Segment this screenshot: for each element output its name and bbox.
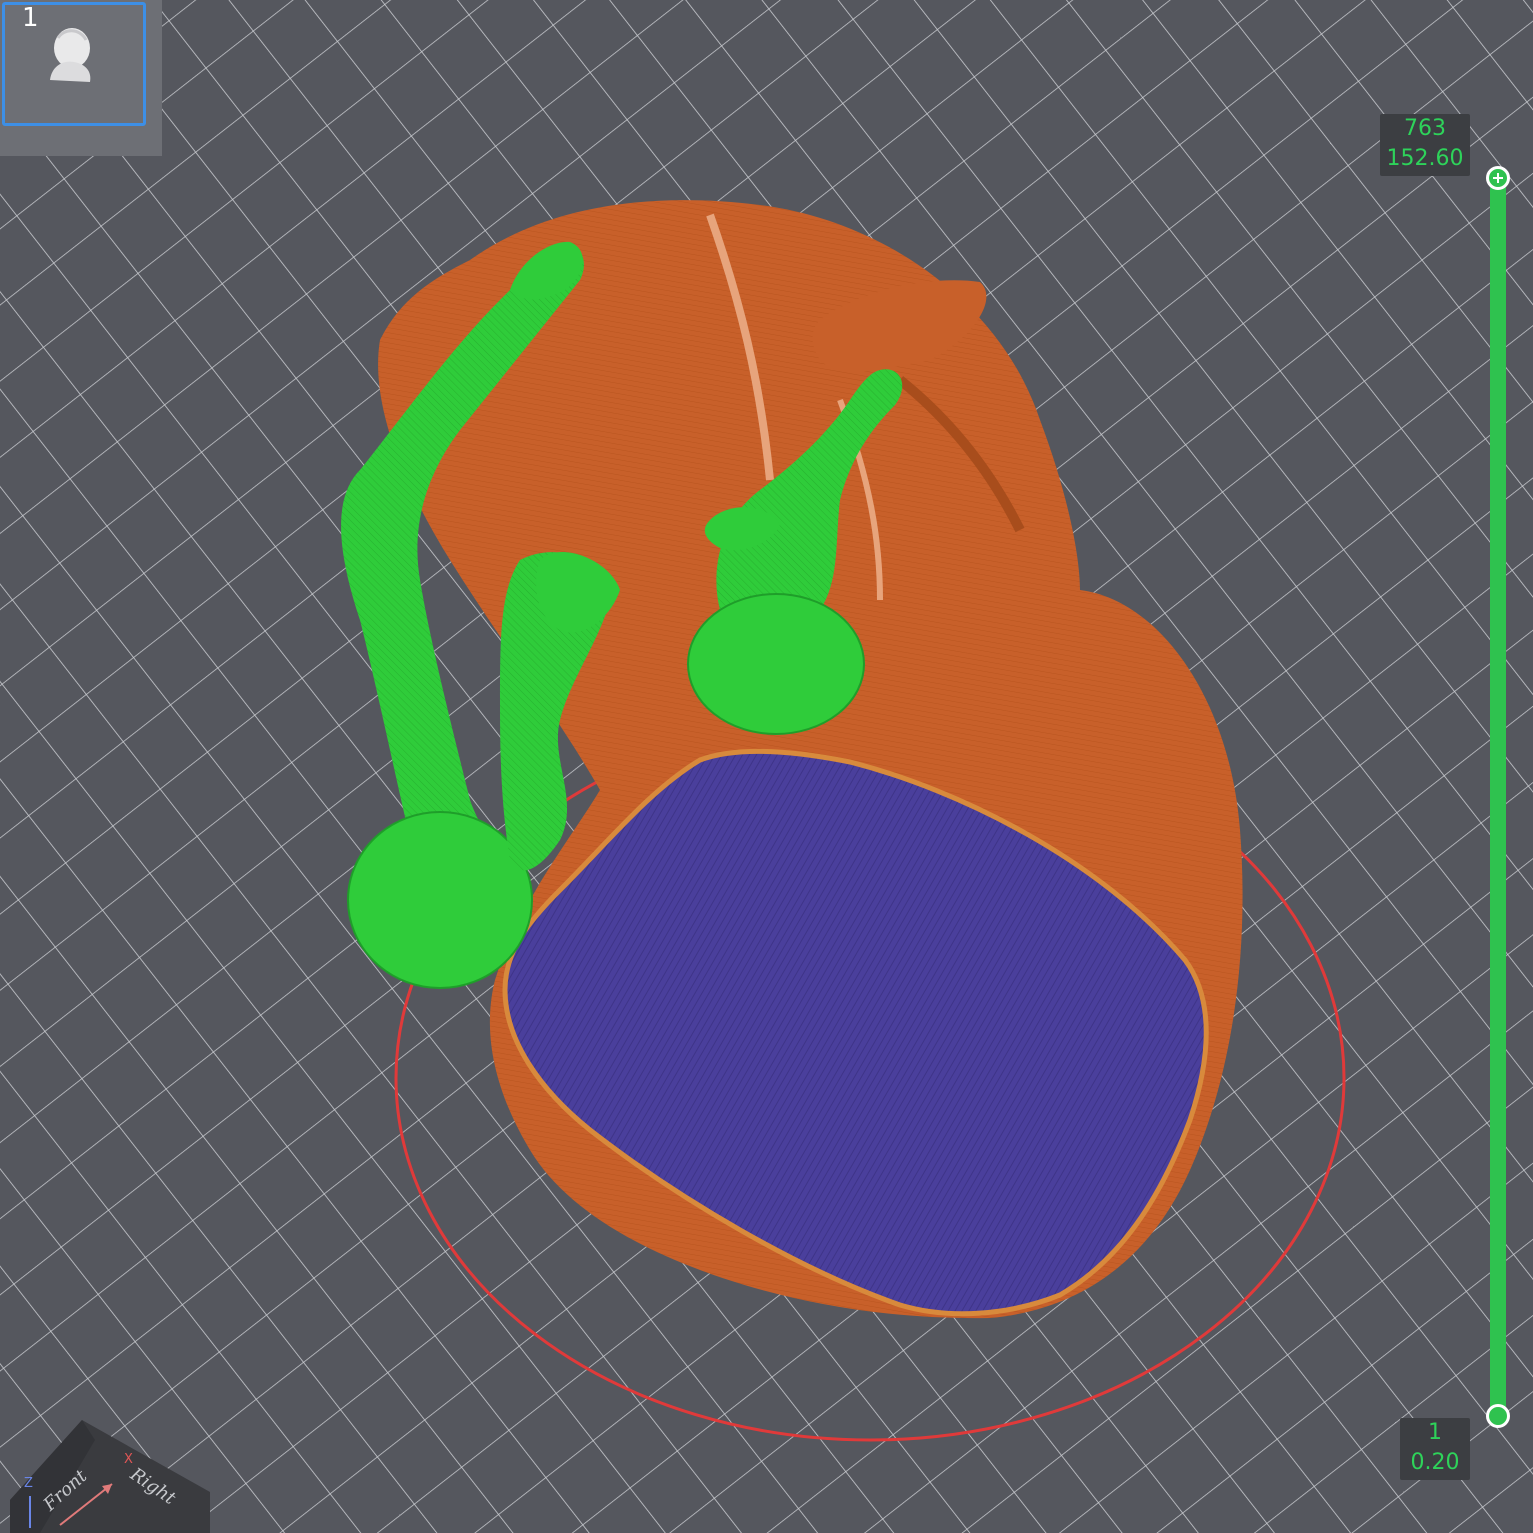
view-cube[interactable]: Z X Front Right: [0, 1400, 220, 1533]
bottom-layer-number: 1: [1428, 1420, 1442, 1445]
top-layer-handle[interactable]: [1486, 166, 1510, 190]
layer-slider-track[interactable]: [1490, 178, 1506, 1416]
sliced-model-scene[interactable]: [0, 0, 1533, 1533]
bottom-layer-handle[interactable]: [1486, 1404, 1510, 1428]
top-layer-readout: 763 152.60: [1380, 114, 1470, 176]
layer-slider[interactable]: 763 152.60 1 0.20: [1370, 100, 1533, 1500]
bottom-layer-readout: 1 0.20: [1400, 1418, 1470, 1480]
plate-number: 1: [22, 3, 39, 33]
top-layer-number: 763: [1404, 116, 1446, 141]
plate-thumbnail[interactable]: 1: [0, 0, 162, 156]
z-axis-label: Z: [24, 1476, 33, 1491]
top-layer-height: 152.60: [1386, 146, 1464, 171]
view-cube-shape[interactable]: [0, 1400, 220, 1533]
bust-model-icon: [50, 28, 91, 82]
bottom-layer-height: 0.20: [1410, 1450, 1460, 1475]
x-axis-label: X: [124, 1452, 133, 1467]
3d-viewport[interactable]: 1 763 152.60 1 0.20 Z X Front Right: [0, 0, 1533, 1533]
